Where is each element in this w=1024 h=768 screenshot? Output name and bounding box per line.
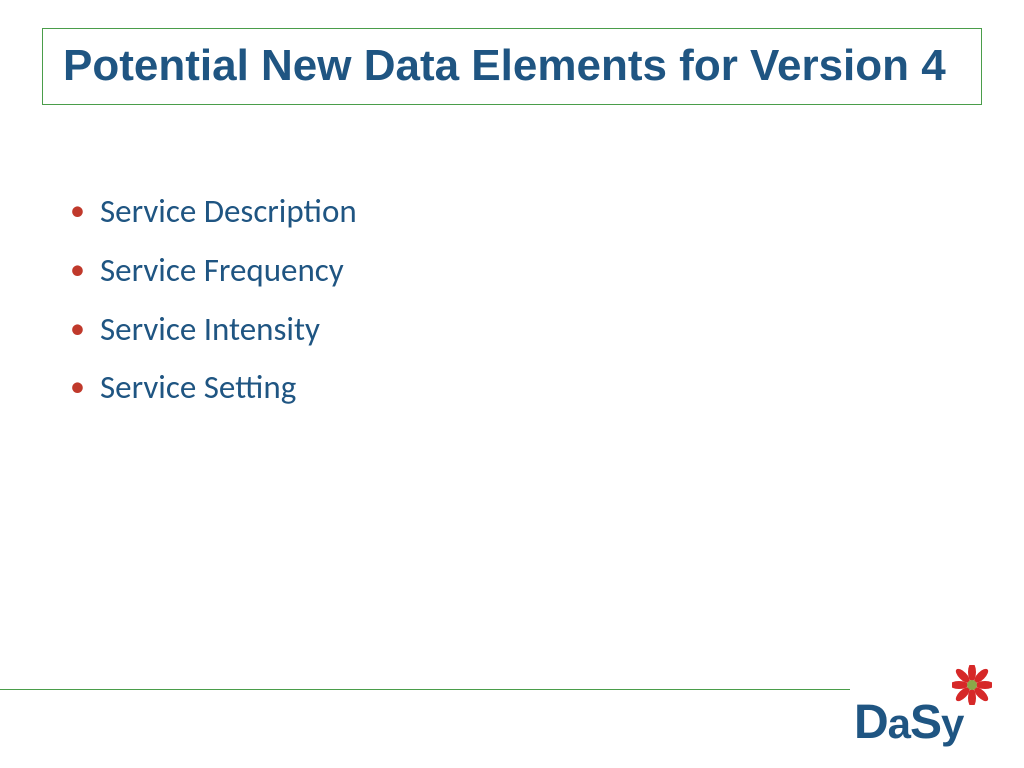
logo-letter-a: a (888, 700, 910, 747)
list-item: Service Frequency (70, 244, 964, 297)
slide-title: Potential New Data Elements for Version … (63, 41, 961, 92)
logo-letter-d: D (854, 696, 888, 749)
footer-divider (0, 689, 850, 691)
logo-letter-s: S (910, 696, 941, 749)
logo-letter-y: y (941, 700, 963, 748)
title-container: Potential New Data Elements for Version … (42, 28, 982, 105)
list-item: Service Setting (70, 361, 964, 414)
bullet-list: Service Description Service Frequency Se… (70, 185, 964, 420)
logo-text: DaSy (854, 695, 963, 750)
list-item: Service Description (70, 185, 964, 238)
dasy-logo: DaSy (854, 665, 994, 750)
list-item: Service Intensity (70, 303, 964, 356)
